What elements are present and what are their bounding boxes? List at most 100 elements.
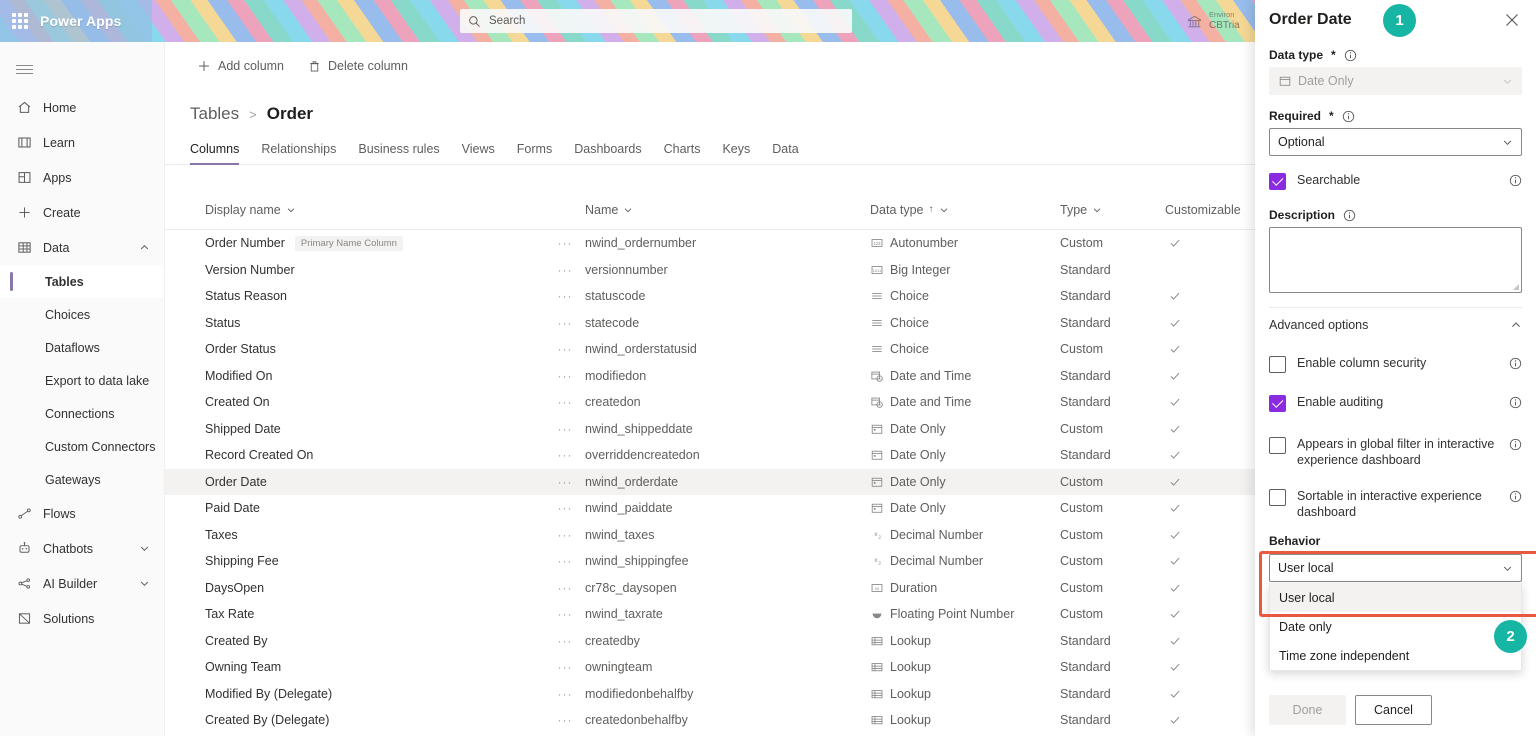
sidebar-item-choices[interactable]: Choices: [0, 298, 164, 331]
row-type: Standard: [1060, 315, 1111, 330]
row-type: Custom: [1060, 474, 1104, 489]
searchable-row: Searchable: [1269, 172, 1522, 190]
behavior-option-date-only[interactable]: Date only: [1270, 612, 1521, 641]
row-type: Standard: [1060, 289, 1111, 304]
sidebar-item-gateways[interactable]: Gateways: [0, 463, 164, 496]
info-icon[interactable]: [1344, 49, 1357, 62]
column-header-name[interactable]: Name: [585, 203, 870, 217]
sidebar-item-home[interactable]: Home: [0, 90, 164, 125]
row-more-actions-icon[interactable]: ···: [545, 581, 585, 595]
sidebar-item-flows[interactable]: Flows: [0, 496, 164, 531]
sidebar-item-connections[interactable]: Connections: [0, 397, 164, 430]
enable-column-security-checkbox[interactable]: [1269, 356, 1286, 373]
app-brand-label[interactable]: Power Apps: [40, 13, 121, 29]
row-data-type: 1011 Big Integer: [870, 263, 1060, 277]
environment-name: CBTria: [1209, 19, 1240, 31]
info-icon[interactable]: [1509, 174, 1522, 187]
sidebar-item-export-to-data-lake[interactable]: Export to data lake: [0, 364, 164, 397]
info-icon[interactable]: [1343, 209, 1356, 222]
info-icon[interactable]: [1509, 490, 1522, 503]
description-label-row: Description: [1269, 208, 1522, 222]
row-more-actions-icon[interactable]: ···: [545, 713, 585, 727]
hamburger-menu-icon[interactable]: [0, 48, 48, 90]
global-search-input[interactable]: Search: [460, 9, 852, 33]
row-more-actions-icon[interactable]: ···: [545, 263, 585, 277]
sidebar-item-apps[interactable]: Apps: [0, 160, 164, 195]
row-display-name: Modified On: [205, 368, 273, 383]
sidebar-item-learn[interactable]: Learn: [0, 125, 164, 160]
delete-column-button[interactable]: Delete column: [298, 51, 418, 81]
behavior-option-time-zone-independent[interactable]: Time zone independent: [1270, 641, 1521, 670]
row-data-type: Date Only: [870, 422, 1060, 436]
row-more-actions-icon[interactable]: ···: [545, 687, 585, 701]
sidebar-item-solutions[interactable]: Solutions: [0, 601, 164, 636]
tab-relationships[interactable]: Relationships: [261, 142, 336, 164]
row-more-actions-icon[interactable]: ···: [545, 554, 585, 568]
row-type: Custom: [1060, 342, 1104, 357]
info-icon[interactable]: [1509, 357, 1522, 370]
tab-charts[interactable]: Charts: [664, 142, 701, 164]
info-icon[interactable]: [1509, 396, 1522, 409]
required-select[interactable]: Optional: [1269, 128, 1522, 156]
searchable-checkbox[interactable]: [1269, 173, 1286, 190]
description-textarea[interactable]: [1269, 227, 1522, 293]
dateonly-icon: [1278, 75, 1291, 88]
row-type: Standard: [1060, 686, 1111, 701]
tab-data[interactable]: Data: [772, 142, 798, 164]
cancel-button[interactable]: Cancel: [1355, 695, 1432, 725]
tab-forms[interactable]: Forms: [517, 142, 552, 164]
info-icon[interactable]: [1509, 438, 1522, 451]
row-more-actions-icon[interactable]: ···: [545, 660, 585, 674]
global-filter-checkbox[interactable]: [1269, 437, 1286, 454]
row-more-actions-icon[interactable]: ···: [545, 634, 585, 648]
sidebar-item-data[interactable]: Data: [0, 230, 164, 265]
row-more-actions-icon[interactable]: ···: [545, 369, 585, 383]
behavior-option-user-local[interactable]: User local: [1270, 583, 1521, 612]
row-more-actions-icon[interactable]: ···: [545, 528, 585, 542]
tab-business-rules[interactable]: Business rules: [358, 142, 439, 164]
row-more-actions-icon[interactable]: ···: [545, 501, 585, 515]
breadcrumb-parent[interactable]: Tables: [190, 104, 239, 124]
column-header-display-name[interactable]: Display name: [205, 203, 545, 217]
row-more-actions-icon[interactable]: ···: [545, 475, 585, 489]
sidebar-item-custom-connectors[interactable]: Custom Connectors: [0, 430, 164, 463]
row-logical-name: nwind_paiddate: [585, 501, 673, 516]
tab-columns[interactable]: Columns: [190, 142, 240, 165]
sidebar-item-tables[interactable]: Tables: [0, 265, 164, 298]
row-more-actions-icon[interactable]: ···: [545, 342, 585, 356]
waffle-grid-icon[interactable]: [12, 13, 28, 29]
enable-auditing-checkbox[interactable]: [1269, 395, 1286, 412]
sidebar-item-ai-builder[interactable]: AI Builder: [0, 566, 164, 601]
column-header-data-type[interactable]: Data type ↑: [870, 203, 1060, 217]
tab-dashboards[interactable]: Dashboards: [574, 142, 641, 164]
row-more-actions-icon[interactable]: ···: [545, 448, 585, 462]
sortable-dashboard-checkbox[interactable]: [1269, 489, 1286, 506]
add-column-button[interactable]: Add column: [187, 51, 294, 81]
row-more-actions-icon[interactable]: ···: [545, 607, 585, 621]
annotation-step-1: 1: [1383, 4, 1416, 37]
column-header-type[interactable]: Type: [1060, 203, 1165, 217]
tab-keys[interactable]: Keys: [722, 142, 750, 164]
row-data-type-label: Date Only: [890, 474, 946, 489]
row-more-actions-icon[interactable]: ···: [545, 236, 585, 250]
row-more-actions-icon[interactable]: ···: [545, 289, 585, 303]
row-type: Custom: [1060, 236, 1104, 251]
advanced-options-toggle[interactable]: Advanced options: [1269, 308, 1522, 342]
environment-selector[interactable]: Environ CBTria: [1186, 4, 1264, 38]
chevron-down-icon: [1092, 205, 1102, 215]
required-asterisk: *: [1331, 48, 1336, 62]
done-button[interactable]: Done: [1269, 695, 1346, 725]
behavior-select[interactable]: User local: [1269, 554, 1522, 582]
row-display-name: Status Reason: [205, 289, 287, 304]
tab-views[interactable]: Views: [462, 142, 495, 164]
row-more-actions-icon[interactable]: ···: [545, 395, 585, 409]
close-icon[interactable]: [1500, 8, 1524, 32]
row-logical-name: createdon: [585, 395, 641, 410]
sidebar-item-dataflows[interactable]: Dataflows: [0, 331, 164, 364]
sidebar-item-create[interactable]: Create: [0, 195, 164, 230]
sidebar-item-chatbots[interactable]: Chatbots: [0, 531, 164, 566]
lookup-icon: [870, 661, 883, 674]
row-more-actions-icon[interactable]: ···: [545, 316, 585, 330]
row-more-actions-icon[interactable]: ···: [545, 422, 585, 436]
info-icon[interactable]: [1342, 110, 1355, 123]
